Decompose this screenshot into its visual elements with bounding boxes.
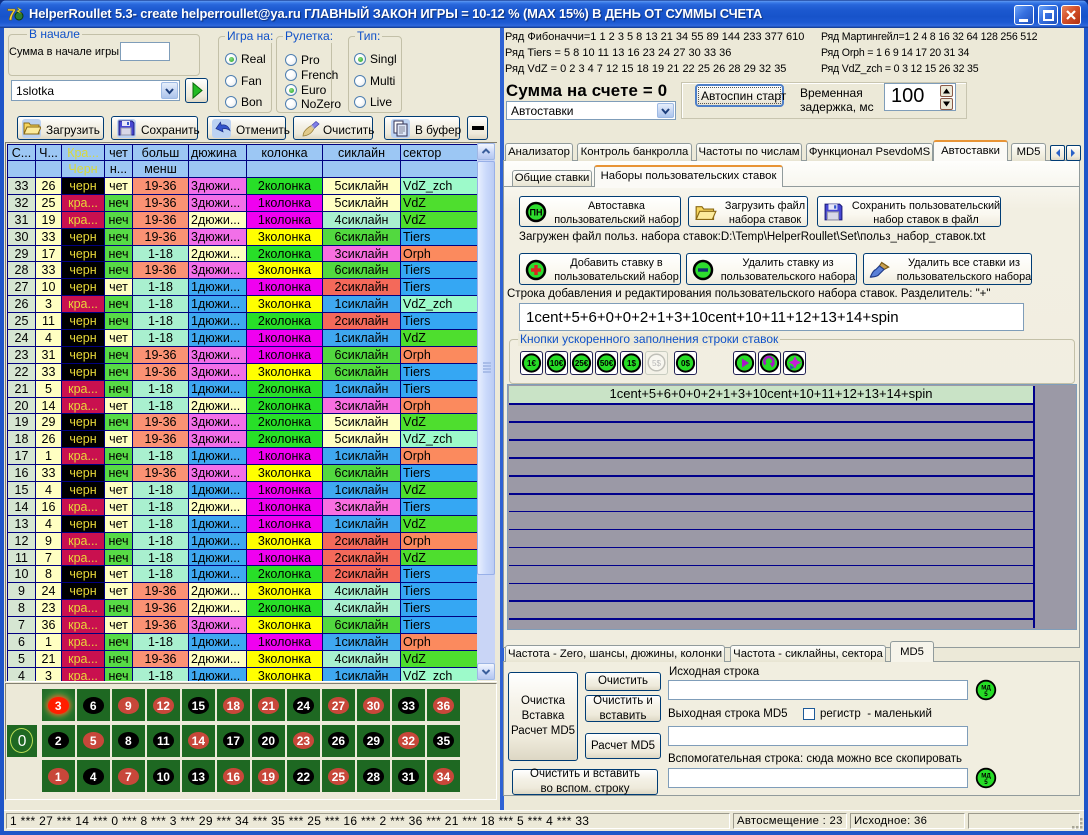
svg-text:5: 5: [984, 779, 988, 786]
svg-text:ПН: ПН: [530, 208, 543, 218]
svg-text:50€: 50€: [600, 359, 614, 368]
svg-text:1€: 1€: [527, 359, 536, 368]
svg-text:1$: 1$: [627, 359, 636, 368]
svg-text:5$: 5$: [652, 359, 661, 368]
svg-text:25€: 25€: [575, 359, 589, 368]
svg-text:0$: 0$: [681, 359, 690, 368]
svg-text:10€: 10€: [550, 359, 564, 368]
svg-text:5: 5: [984, 691, 988, 698]
